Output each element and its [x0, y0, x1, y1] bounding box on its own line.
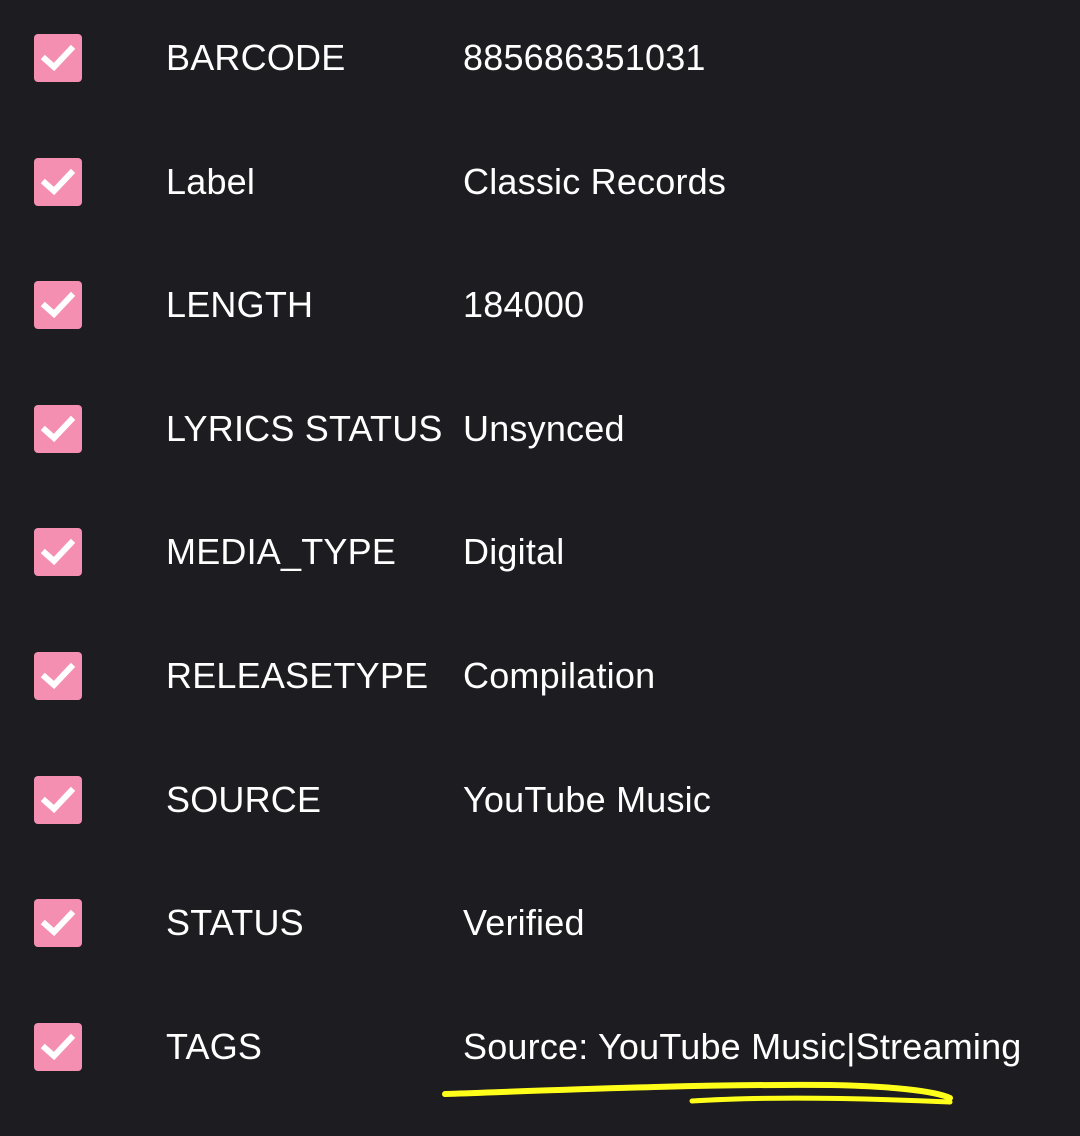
tag-key: TAGS [166, 1026, 263, 1067]
checkbox-lyrics-status[interactable] [34, 405, 82, 453]
tag-row-label[interactable]: Label Classic Records [0, 150, 1080, 250]
check-icon [40, 538, 76, 566]
tag-value: Source: YouTube Music|Streaming [463, 1026, 1022, 1067]
checkbox-source[interactable] [34, 776, 82, 824]
tag-row-source[interactable]: SOURCE YouTube Music [0, 768, 1080, 868]
check-icon [40, 415, 76, 443]
tag-key: MEDIA_TYPE [166, 531, 397, 572]
tag-key: SOURCE [166, 779, 322, 820]
tag-row-media-type[interactable]: MEDIA_TYPE Digital [0, 520, 1080, 620]
tag-value: YouTube Music [463, 779, 712, 820]
check-icon [40, 786, 76, 814]
tag-value: Digital [463, 531, 565, 572]
check-icon [40, 1033, 76, 1061]
tag-value: 885686351031 [463, 37, 706, 78]
checkbox-releasetype[interactable] [34, 652, 82, 700]
tag-row-releasetype[interactable]: RELEASETYPE Compilation [0, 644, 1080, 744]
tag-row-status[interactable]: STATUS Verified [0, 891, 1080, 991]
tag-value: Classic Records [463, 161, 727, 202]
checkbox-barcode[interactable] [34, 34, 82, 82]
tag-row-barcode[interactable]: BARCODE 885686351031 [0, 26, 1080, 126]
tag-key: RELEASETYPE [166, 655, 429, 696]
tag-row-length[interactable]: LENGTH 184000 [0, 273, 1080, 373]
highlight-underline [442, 1081, 953, 1105]
checkbox-length[interactable] [34, 281, 82, 329]
tag-row-lyrics-status[interactable]: LYRICS STATUS Unsynced [0, 397, 1080, 497]
checkbox-media-type[interactable] [34, 528, 82, 576]
check-icon [40, 44, 76, 72]
check-icon [40, 662, 76, 690]
tag-value: Unsynced [463, 408, 625, 449]
tag-key: STATUS [166, 902, 304, 943]
tag-key: LENGTH [166, 284, 314, 325]
check-icon [40, 291, 76, 319]
tag-value: Verified [463, 902, 585, 943]
tag-value: 184000 [463, 284, 585, 325]
tag-key: LYRICS STATUS [166, 408, 443, 449]
checkbox-tags[interactable] [34, 1023, 82, 1071]
check-icon [40, 168, 76, 196]
checkbox-label[interactable] [34, 158, 82, 206]
check-icon [40, 909, 76, 937]
tag-key: BARCODE [166, 37, 346, 78]
tag-value: Compilation [463, 655, 656, 696]
checkbox-status[interactable] [34, 899, 82, 947]
tag-key: Label [166, 161, 256, 202]
